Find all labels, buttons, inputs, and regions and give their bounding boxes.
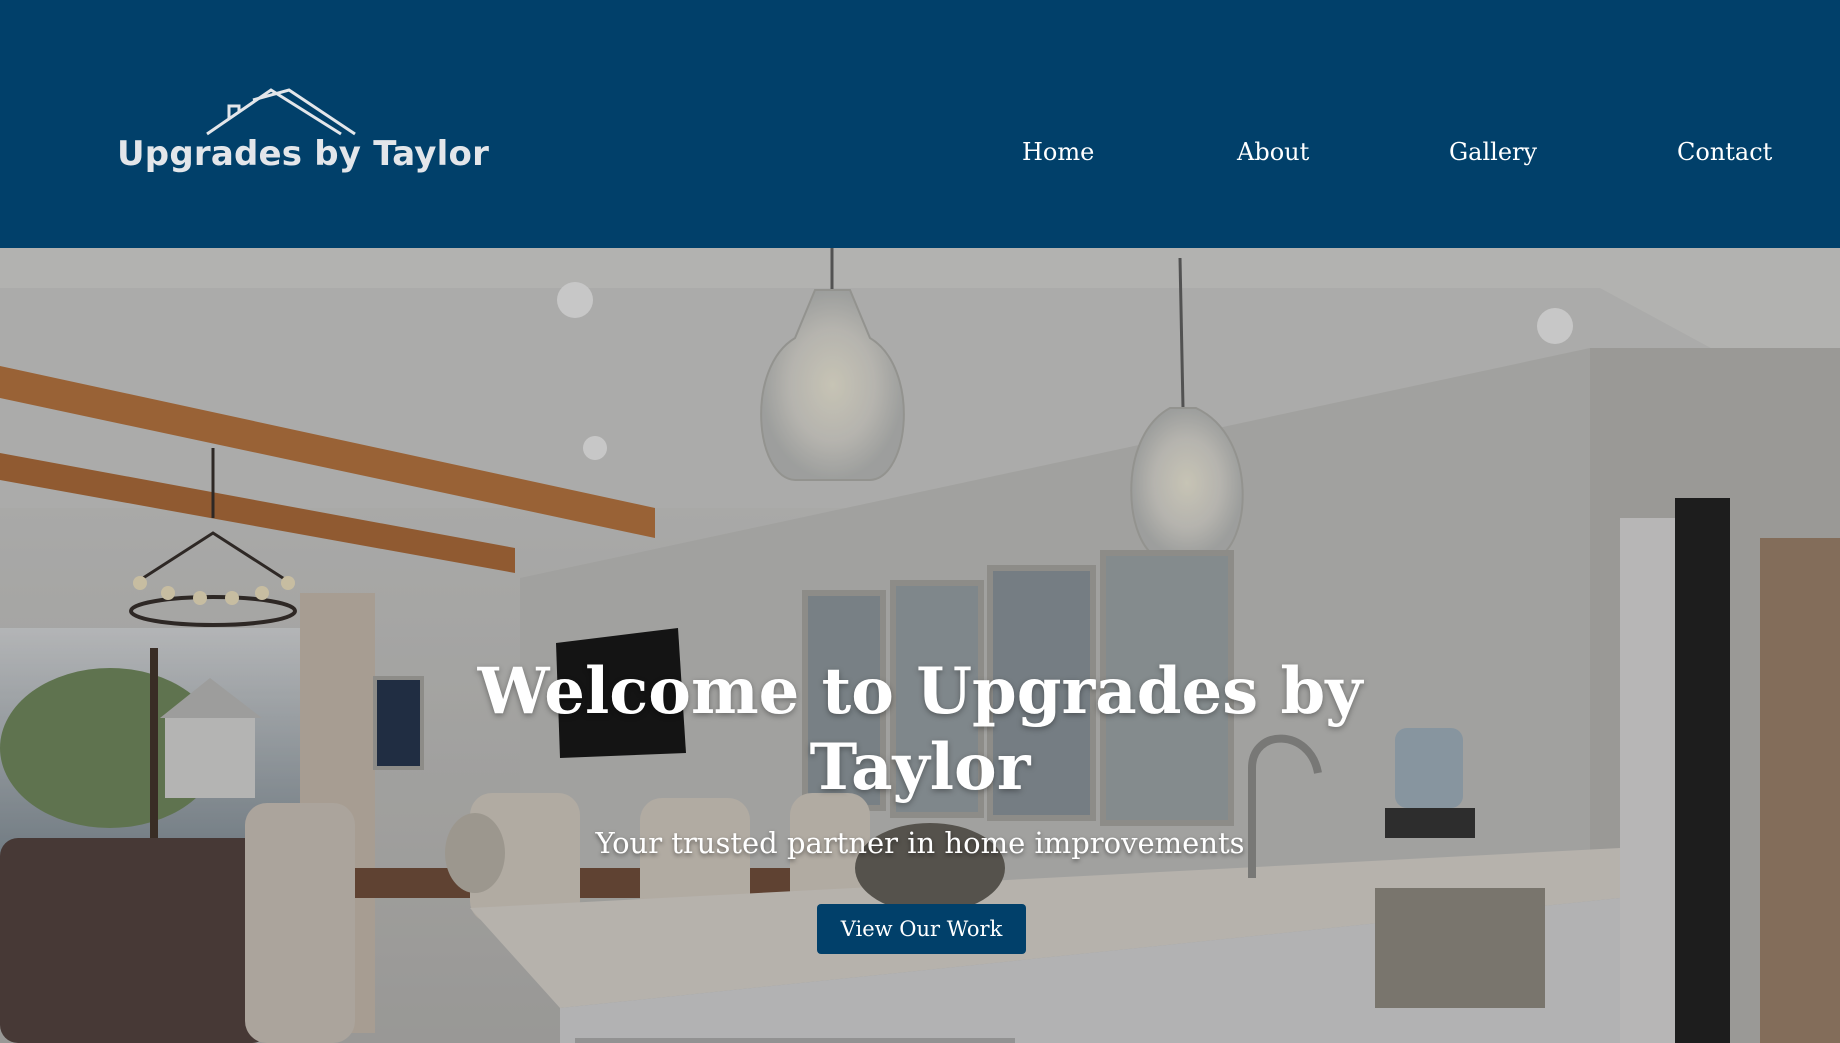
hero-section: Welcome to Upgrades by Taylor Your trust…: [0, 248, 1840, 1043]
main-nav: Home About Gallery Contact: [0, 138, 1840, 178]
nav-contact[interactable]: Contact: [1677, 138, 1772, 166]
nav-about[interactable]: About: [1237, 138, 1309, 166]
hero-subtitle: Your trusted partner in home improvement…: [595, 826, 1245, 860]
site-header: Upgrades by Taylor Home About Gallery Co…: [0, 0, 1840, 248]
nav-gallery[interactable]: Gallery: [1449, 138, 1537, 166]
house-roof-icon: [206, 88, 356, 136]
nav-home[interactable]: Home: [1022, 138, 1094, 166]
hero-title: Welcome to Upgrades by Taylor: [477, 654, 1363, 805]
view-our-work-button[interactable]: View Our Work: [817, 904, 1026, 954]
